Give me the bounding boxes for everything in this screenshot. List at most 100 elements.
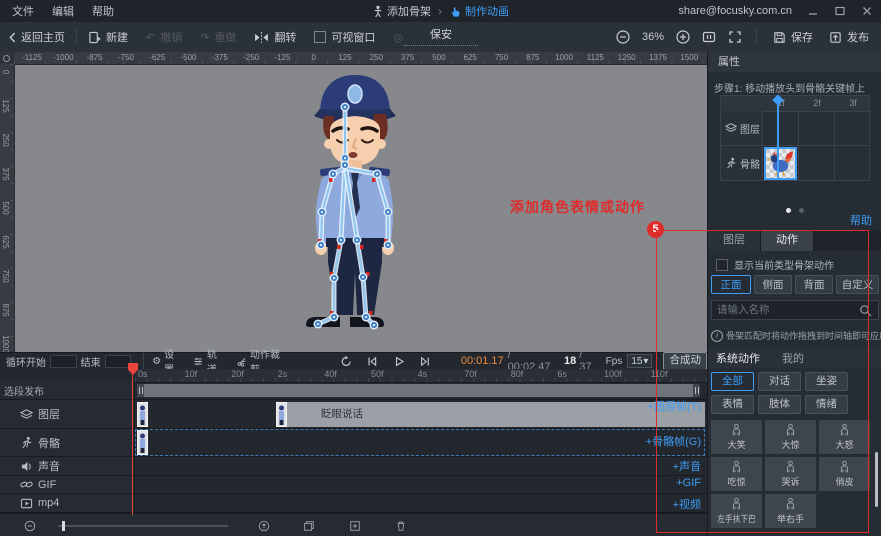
maximize-button[interactable] (834, 5, 846, 17)
copy-icon[interactable] (303, 520, 315, 532)
slider-handle[interactable] (62, 521, 65, 531)
step-add-skeleton[interactable]: 添加骨架 (372, 3, 431, 19)
search-input[interactable] (712, 304, 859, 316)
orientation-正面[interactable]: 正面 (711, 275, 751, 294)
timeline-zoom-slider[interactable] (58, 525, 228, 527)
add-button-3[interactable]: +GIF (676, 477, 701, 489)
skeleton-joint[interactable] (333, 277, 336, 280)
tab-my-actions[interactable]: 我的 (782, 350, 804, 366)
action-tile-吃惊[interactable]: 吃惊 (711, 457, 762, 491)
tab-layer[interactable]: 图层 (708, 230, 761, 251)
category-情绪[interactable]: 情绪 (805, 395, 848, 414)
undo-button: ↶ 撤销 (137, 29, 191, 45)
filter-checkbox-row[interactable]: 显示当前类型骨架动作 (716, 257, 834, 272)
save-button[interactable]: 保存 (771, 29, 815, 45)
orientation-侧面[interactable]: 侧面 (754, 275, 792, 294)
skeleton-joint[interactable] (356, 239, 359, 242)
search-box[interactable] (711, 300, 879, 320)
viewport-checkbox[interactable] (314, 31, 326, 43)
viewport-toggle[interactable]: 可视窗口 (305, 29, 384, 45)
skeleton-joint[interactable] (344, 157, 347, 160)
filter-checkbox[interactable] (716, 259, 728, 271)
skeleton-joint[interactable] (344, 106, 347, 109)
restart-icon[interactable] (340, 355, 352, 368)
close-button[interactable] (861, 5, 873, 17)
action-tile-大笑[interactable]: 大笑 (711, 420, 762, 454)
step-separator: › (438, 4, 442, 18)
skeleton-joint[interactable] (340, 239, 343, 242)
zoom-out-icon[interactable] (616, 30, 630, 44)
actual-size-icon[interactable] (702, 30, 716, 44)
play-icon[interactable] (393, 355, 405, 368)
next-frame-icon[interactable] (419, 355, 431, 368)
action-tile-大惊[interactable]: 大惊 (765, 420, 816, 454)
panel-scrollbar[interactable] (875, 452, 878, 507)
fullscreen-icon[interactable] (728, 30, 742, 44)
search-icon[interactable] (859, 304, 872, 317)
export-icon[interactable] (258, 520, 270, 532)
keyframe-thumb[interactable] (137, 402, 148, 427)
publish-icon (829, 31, 842, 44)
step-make-animation[interactable]: 制作动画 (449, 3, 509, 19)
menu-item-2[interactable]: 帮助 (83, 3, 123, 19)
compose-action-button[interactable]: 合成动作 (663, 352, 707, 370)
skeleton-joint[interactable] (376, 173, 379, 176)
loop-end-input[interactable] (105, 355, 132, 368)
add-icon[interactable] (349, 520, 361, 532)
tab-system-actions[interactable]: 系统动作 (716, 350, 760, 366)
orientation-自定义[interactable]: 自定义 (836, 275, 879, 294)
orientation-背面[interactable]: 背面 (795, 275, 833, 294)
add-button-4[interactable]: +视频 (673, 496, 701, 512)
dot-active[interactable] (786, 208, 791, 213)
tab-action[interactable]: 动作 (761, 230, 814, 251)
character-police-officer[interactable] (0, 52, 707, 352)
document-title[interactable]: 保安 (404, 26, 478, 46)
flip-button[interactable]: 翻转 (245, 29, 305, 45)
skeleton-joint[interactable] (333, 316, 336, 319)
skeleton-joint[interactable] (365, 316, 368, 319)
properties-panel: 属性 步骤1: 移动播放头到骨骼关键帧上 1f2f3f 图层 骨骼 (707, 52, 881, 536)
category-表情[interactable]: 表情 (711, 395, 754, 414)
menu-item-0[interactable]: 文件 (3, 3, 43, 19)
fps-select[interactable]: 15▾ (627, 354, 652, 368)
keyframe-thumb[interactable] (137, 430, 148, 455)
zoom-out-timeline-icon[interactable] (24, 520, 36, 532)
add-button-2[interactable]: +声音 (673, 458, 701, 474)
category-坐姿[interactable]: 坐姿 (805, 372, 848, 391)
loop-start-input[interactable] (50, 355, 77, 368)
segment-handle-left[interactable] (137, 384, 144, 397)
new-button[interactable]: 新建 (79, 29, 137, 45)
skeleton-joint[interactable] (387, 244, 390, 247)
stage-canvas[interactable]: -1125-1000-875-750-625-500-375-250-12501… (0, 52, 707, 352)
skeleton-joint[interactable] (321, 211, 324, 214)
dot-inactive[interactable] (799, 208, 804, 213)
add-button-1[interactable]: +骨骼帧(G) (646, 433, 701, 449)
skeleton-joint[interactable] (362, 276, 365, 279)
help-link[interactable]: 帮助 (850, 212, 872, 228)
skeleton-joint[interactable] (317, 323, 320, 326)
action-tile-左手扶下巴[interactable]: 左手扶下巴 (711, 494, 762, 528)
keyframe-thumb[interactable] (276, 402, 287, 427)
category-对话[interactable]: 对话 (758, 372, 801, 391)
menu-item-1[interactable]: 编辑 (43, 3, 83, 19)
action-tile-俏皮[interactable]: 俏皮 (819, 457, 870, 491)
category-全部[interactable]: 全部 (711, 372, 754, 391)
keyframe-thumbnail-rooster[interactable] (764, 147, 797, 180)
skeleton-joint[interactable] (320, 244, 323, 247)
zoom-in-icon[interactable] (676, 30, 690, 44)
trash-icon[interactable] (395, 520, 407, 532)
action-tile-哭诉[interactable]: 哭诉 (765, 457, 816, 491)
action-tile-举右手[interactable]: 举右手 (765, 494, 816, 528)
mini-keyframe-table[interactable]: 1f2f3f 图层 骨骼 (720, 95, 870, 181)
skeleton-joint[interactable] (344, 164, 347, 167)
back-home-button[interactable]: 返回主页 (0, 29, 74, 45)
add-button-0[interactable]: +图层帧(T) (648, 398, 701, 414)
skeleton-joint[interactable] (387, 211, 390, 214)
prev-frame-icon[interactable] (366, 355, 378, 368)
skeleton-joint[interactable] (373, 324, 376, 327)
category-肢体[interactable]: 肢体 (758, 395, 801, 414)
minimize-button[interactable] (807, 5, 819, 17)
action-tile-大怒[interactable]: 大怒 (819, 420, 870, 454)
publish-button[interactable]: 发布 (827, 29, 871, 45)
skeleton-joint[interactable] (332, 173, 335, 176)
